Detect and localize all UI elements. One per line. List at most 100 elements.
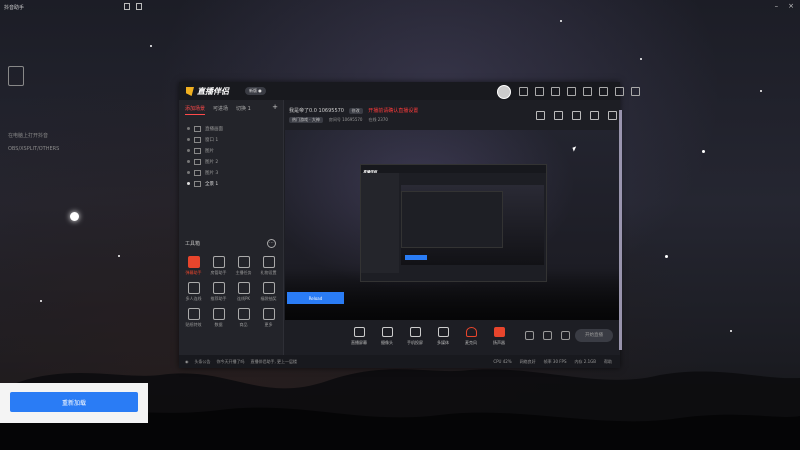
scene-item[interactable]: 图片 3 [179, 167, 283, 178]
status-text[interactable]: 直播伴侣助手, 更上一层楼 [251, 359, 298, 365]
visibility-icon[interactable] [187, 160, 190, 163]
visibility-icon[interactable] [187, 127, 190, 130]
media-button[interactable]: 多媒体 [429, 320, 457, 346]
tool-label: 多人连线 [185, 296, 202, 301]
add-tab-button[interactable]: + [272, 104, 278, 115]
visibility-icon[interactable] [187, 171, 190, 174]
share-icon[interactable] [608, 111, 617, 120]
camera-button[interactable]: 摄像头 [373, 320, 401, 346]
tool-room-admin[interactable]: 房管助手 [206, 256, 231, 276]
star [40, 300, 42, 302]
help-link[interactable]: 帮助 [604, 359, 612, 365]
control-label: 扬声器 [493, 340, 505, 345]
toolbox-more-icon[interactable]: ⋯ [267, 239, 276, 248]
star [560, 20, 562, 22]
live-companion-window: 直播伴侣 新版 ● 添加场景 可进场 切换 1 + 直播画面 窗口 1 图片 图… [179, 82, 640, 368]
live-preview[interactable]: 直播伴侣 Reload [285, 130, 619, 320]
scene-item[interactable]: 直播画面 [179, 123, 283, 134]
logo-text: 直播伴侣 [197, 87, 229, 96]
scene-item[interactable]: 全景 1 [179, 178, 283, 189]
phone-cast-button[interactable]: 手机投屏 [401, 320, 429, 346]
status-text: 头条公告 [194, 358, 211, 364]
close-icon[interactable]: × [788, 2, 794, 10]
gift-icon[interactable] [536, 111, 545, 120]
visibility-icon[interactable] [187, 149, 190, 152]
scrollbar[interactable] [619, 110, 622, 350]
chat-icon[interactable] [535, 87, 544, 96]
visibility-icon[interactable] [187, 138, 190, 141]
bell-icon[interactable] [590, 111, 599, 120]
extra-controls [525, 331, 570, 340]
fps-status: 帧率 30 FPS [543, 358, 567, 364]
screen-icon[interactable] [572, 111, 581, 120]
tool-danmu-assistant[interactable]: 弹幕助手 [181, 256, 206, 276]
tool-label: 福袋抽奖 [260, 296, 277, 301]
tool-label: 更多 [264, 322, 273, 327]
speaker-button[interactable]: 扬声器 [485, 320, 513, 346]
room-meta-row: 热门游戏 · 大神 房间号 10695570 在线 2370 [289, 117, 388, 123]
tab-add-scene[interactable]: 添加场景 [185, 105, 206, 115]
settings-icon[interactable] [136, 3, 142, 10]
minimize-icon[interactable] [599, 87, 608, 96]
tool-recommend[interactable]: 推荐助手 [206, 282, 231, 302]
hint-line: 在电脑上打开抖音 [8, 133, 49, 139]
tool-sticker[interactable]: 贴纸特效 [181, 308, 206, 328]
scene-label: 图片 [205, 148, 214, 154]
version-badge[interactable]: 新版 ● [245, 87, 266, 95]
scene-label: 图片 3 [205, 170, 219, 176]
tool-label: 主播任务 [235, 270, 252, 275]
tool-more[interactable]: 更多 [256, 308, 281, 328]
tool-anchor-task[interactable]: 主播任务 [231, 256, 256, 276]
tab-enterable[interactable]: 可进场 [213, 105, 228, 115]
video-icon[interactable] [525, 331, 534, 340]
sticker-icon [187, 308, 200, 320]
star [150, 45, 152, 47]
star [640, 58, 642, 60]
room-title-row: 我是帝了0.0 10695570 修改 开播前请确认直播设置 [289, 107, 418, 114]
nested-window-capture: 直播伴侣 [360, 164, 547, 282]
shirt-icon[interactable] [551, 87, 560, 96]
tool-data[interactable]: 数据 [206, 308, 231, 328]
announce-icon: ◉ [185, 359, 189, 364]
message-icon[interactable] [519, 87, 528, 96]
mute-icon[interactable] [543, 331, 552, 340]
minimize-icon[interactable]: – [775, 2, 779, 10]
tool-goods[interactable]: 商品 [231, 308, 256, 328]
tool-pk[interactable]: 连线PK [231, 282, 256, 302]
avatar[interactable] [497, 85, 511, 99]
tab-switch[interactable]: 切换 1 [236, 105, 251, 115]
settings-icon[interactable] [567, 87, 576, 96]
camera-icon [381, 327, 393, 337]
tool-multi-link[interactable]: 多人连线 [181, 282, 206, 302]
scene-type-icon [194, 158, 201, 165]
visibility-icon[interactable] [187, 182, 190, 185]
phone-icon [8, 66, 24, 86]
scene-item[interactable]: 图片 2 [179, 156, 283, 167]
status-text: 你今天开播了吗 [216, 358, 245, 364]
room-id: 房间号 10695570 [328, 117, 363, 122]
menu-icon[interactable] [583, 87, 592, 96]
download-icon [187, 282, 200, 294]
control-label: 多媒体 [437, 340, 449, 345]
danmu-icon [187, 256, 200, 268]
star [118, 255, 120, 257]
tool-gift-settings[interactable]: 礼物设置 [256, 256, 281, 276]
edit-title-button[interactable]: 修改 [348, 108, 363, 114]
maximize-icon[interactable] [615, 87, 624, 96]
gear-icon[interactable] [561, 331, 570, 340]
star [702, 150, 705, 153]
close-icon[interactable] [631, 87, 640, 96]
chart-icon [212, 308, 225, 320]
category-tag[interactable]: 热门游戏 · 大神 [289, 117, 323, 123]
scene-item[interactable]: 窗口 1 [179, 134, 283, 145]
screen-capture-button[interactable]: 直播屏幕 [345, 320, 373, 346]
reload-button[interactable]: 重新加载 [10, 392, 138, 412]
room-tools [536, 111, 617, 120]
start-live-button[interactable]: 开始直播 [575, 329, 613, 342]
scene-item[interactable]: 图片 [179, 145, 283, 156]
tool-lucky-bag[interactable]: 福袋抽奖 [256, 282, 281, 302]
lock-icon[interactable] [554, 111, 563, 120]
lock-icon[interactable] [124, 3, 130, 10]
microphone-button[interactable]: 麦克风 [457, 320, 485, 346]
reload-button[interactable]: Reload [287, 292, 344, 304]
